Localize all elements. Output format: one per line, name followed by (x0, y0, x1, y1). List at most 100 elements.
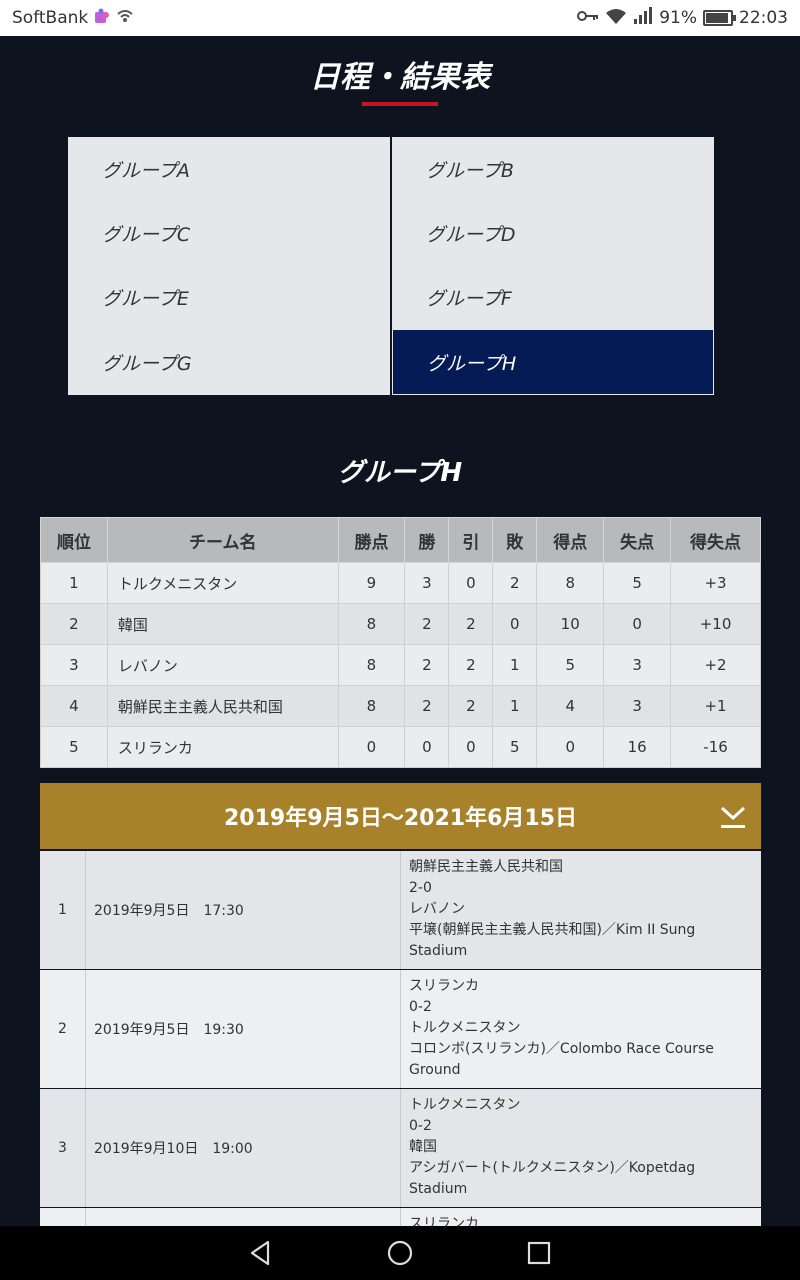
cell-rank: 1 (40, 562, 108, 604)
cell-draws: 2 (448, 644, 494, 686)
cell-points: 8 (337, 685, 406, 727)
cell-goal-diff: -16 (670, 726, 761, 768)
match-away: トルクメニスタン (409, 1020, 521, 1036)
cell-goal-diff: +1 (670, 685, 761, 727)
cell-draws: 2 (448, 603, 494, 645)
status-bar: SoftBank 91% 22:03 (0, 0, 800, 36)
match-detail: スリランカ 0-2 トルクメニスタン コロンボ(スリランカ)／Colombo Race… (401, 970, 761, 1088)
match-score: 0-2 (409, 999, 432, 1015)
group-column-right: グループB グループD グループF グループH (392, 137, 714, 395)
match-home: スリランカ (409, 978, 479, 994)
header-rank: 順位 (40, 517, 108, 563)
match-number (40, 1208, 85, 1226)
match-home: 朝鮮民主主義人民共和国 (409, 859, 563, 875)
back-icon[interactable] (246, 1238, 276, 1268)
match-row: 2 2019年9月5日 19:30 スリランカ 0-2 トルクメニスタン コロンボ(スリラ… (40, 970, 761, 1088)
match-venue: 平壌(朝鮮民主主義人民共和国)／Kim II Sung Stadium (409, 922, 696, 959)
cell-goal-diff: +3 (670, 562, 761, 604)
cell-team: レバノン (106, 644, 339, 686)
header-wins: 勝 (404, 517, 450, 563)
cell-losses: 5 (492, 726, 538, 768)
puzzle-icon (94, 8, 110, 29)
match-datetime: 2019年9月5日 19:30 (86, 970, 400, 1088)
wifi-icon (605, 8, 627, 29)
navigation-bar (0, 1226, 800, 1280)
recents-icon[interactable] (524, 1238, 554, 1268)
clock: 22:03 (739, 8, 788, 28)
match-number: 2 (40, 970, 85, 1088)
header-losses: 敗 (492, 517, 538, 563)
match-detail: スリランカ (401, 1208, 761, 1226)
signal-icon (633, 6, 653, 30)
battery-percent: 91% (659, 8, 697, 28)
match-detail: 朝鮮民主主義人民共和国 2-0 レバノン平壌(朝鮮民主主義人民共和国)／Kim II… (401, 851, 761, 969)
table-row: 4 朝鮮民主主義人民共和国 8 2 2 1 4 3 +1 (40, 685, 761, 727)
cell-rank: 5 (40, 726, 108, 768)
cell-goal-diff: +10 (670, 603, 761, 645)
match-number: 3 (40, 1089, 85, 1207)
group-tab-a[interactable]: グループA (68, 137, 390, 201)
cell-goals-for: 4 (536, 685, 605, 727)
match-home: スリランカ (409, 1216, 479, 1226)
match-score: 2-0 (409, 880, 432, 896)
battery-icon (703, 10, 736, 26)
cell-wins: 0 (404, 726, 450, 768)
cell-goals-against: 0 (603, 603, 672, 645)
match-score: 0-2 (409, 1118, 432, 1134)
group-tab-b[interactable]: グループB (392, 137, 714, 201)
cell-wins: 3 (404, 562, 450, 604)
group-tab-f[interactable]: グループF (392, 265, 714, 329)
match-row: 3 2019年9月10日 19:00 トルクメニスタン 0-2 韓国アシガバート(トルク… (40, 1089, 761, 1207)
chevron-down-bar-icon[interactable] (719, 803, 747, 831)
group-tab-g[interactable]: グループG (68, 329, 390, 395)
carrier-label: SoftBank (12, 8, 89, 28)
cell-team: 韓国 (106, 603, 339, 645)
group-tab-c[interactable]: グループC (68, 201, 390, 265)
match-detail: トルクメニスタン 0-2 韓国アシガバート(トルクメニスタン)／Kopetdag S… (401, 1089, 761, 1207)
schedule-period-label: 2019年9月5日～2021年6月15日 (224, 806, 577, 831)
schedule-period-header[interactable]: 2019年9月5日～2021年6月15日 (40, 783, 761, 849)
table-row: 1 トルクメニスタン 9 3 0 2 8 5 +3 (40, 562, 761, 604)
header-goals-for: 得点 (536, 517, 605, 563)
match-away: 韓国 (409, 1139, 437, 1155)
cell-wins: 2 (404, 644, 450, 686)
match-home: トルクメニスタン (409, 1097, 521, 1113)
cell-draws: 0 (448, 562, 494, 604)
cell-wins: 2 (404, 685, 450, 727)
header-goals-against: 失点 (603, 517, 672, 563)
cell-losses: 1 (492, 644, 538, 686)
match-venue: アシガバート(トルクメニスタン)／Kopetdag Stadium (409, 1160, 696, 1197)
key-icon (577, 8, 599, 28)
cell-goals-against: 5 (603, 562, 672, 604)
match-row: スリランカ (40, 1208, 761, 1226)
match-number: 1 (40, 851, 85, 969)
group-column-left: グループA グループC グループE グループG (68, 137, 390, 395)
cell-team: 朝鮮民主主義人民共和国 (106, 685, 339, 727)
match-datetime: 2019年9月5日 17:30 (86, 851, 400, 969)
cell-goals-for: 5 (536, 644, 605, 686)
home-icon[interactable] (385, 1238, 415, 1268)
cell-team: トルクメニスタン (106, 562, 339, 604)
cell-rank: 4 (40, 685, 108, 727)
cell-points: 9 (337, 562, 406, 604)
header-goal-diff: 得失点 (670, 517, 761, 563)
cell-losses: 2 (492, 562, 538, 604)
cell-losses: 0 (492, 603, 538, 645)
table-row: 2 韓国 8 2 2 0 10 0 +10 (40, 603, 761, 645)
table-row: 3 レバノン 8 2 2 1 5 3 +2 (40, 644, 761, 686)
group-tab-h[interactable]: グループH (392, 329, 714, 395)
match-row: 1 2019年9月5日 17:30 朝鮮民主主義人民共和国 2-0 レバノン平壌(朝鮮民… (40, 851, 761, 969)
cell-losses: 1 (492, 685, 538, 727)
cell-goal-diff: +2 (670, 644, 761, 686)
match-datetime: 2019年9月10日 19:00 (86, 1089, 400, 1207)
group-tab-e[interactable]: グループE (68, 265, 390, 329)
cell-wins: 2 (404, 603, 450, 645)
cell-points: 8 (337, 644, 406, 686)
cell-goals-for: 0 (536, 726, 605, 768)
table-row: 5 スリランカ 0 0 0 5 0 16 -16 (40, 726, 761, 768)
match-away: レバノン (409, 901, 465, 917)
group-tab-d[interactable]: グループD (392, 201, 714, 265)
header-team: チーム名 (106, 517, 339, 563)
cell-goals-for: 8 (536, 562, 605, 604)
cell-goals-against: 3 (603, 685, 672, 727)
